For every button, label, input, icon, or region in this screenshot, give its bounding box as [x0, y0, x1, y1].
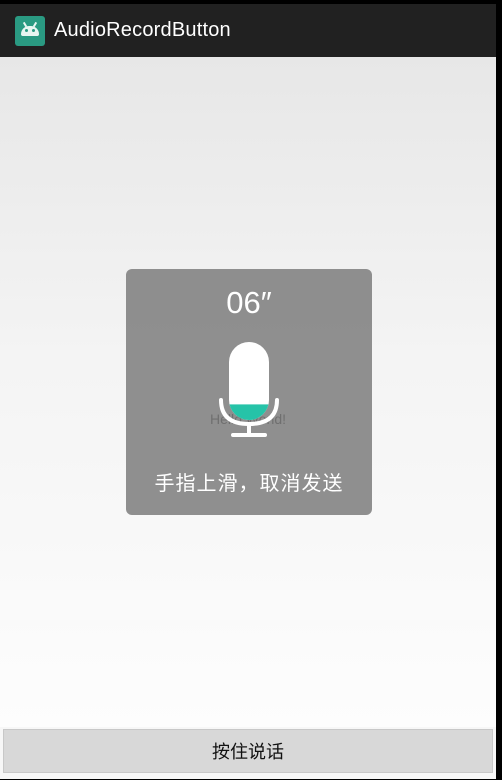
cancel-hint-text: 手指上滑，取消发送: [154, 471, 344, 495]
microphone-icon: [219, 342, 279, 437]
bottom-bar: 按住说话: [0, 727, 496, 779]
app-title: AudioRecordButton: [54, 19, 231, 41]
recording-dialog: 06″ 手指上滑，取消发送: [126, 269, 372, 515]
microphone-stand-base: [231, 433, 267, 437]
recording-timer: 06″: [226, 285, 272, 320]
android-icon: [15, 15, 45, 46]
hold-to-talk-button[interactable]: 按住说话: [3, 729, 493, 773]
action-bar: AudioRecordButton: [0, 4, 496, 57]
volume-level-fill: [229, 404, 269, 420]
microphone-stand-pole: [247, 424, 251, 434]
app-screen: AudioRecordButton Hello World! 06″ 手指上滑，…: [0, 0, 502, 780]
